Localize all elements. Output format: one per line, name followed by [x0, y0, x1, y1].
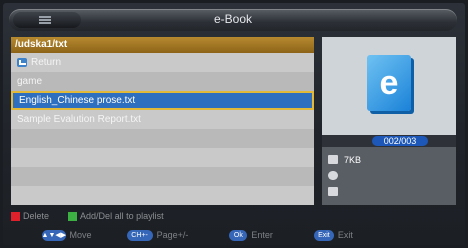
- preview-panel: e: [322, 37, 456, 135]
- list-item-label: Sample Evalution Report.txt: [17, 114, 141, 125]
- channel-key-icon: CH+-: [126, 230, 153, 242]
- title-bar: e-Book: [9, 9, 457, 31]
- list-item-label: English_Chinese prose.txt: [19, 95, 136, 106]
- list-item-return[interactable]: Return: [11, 53, 314, 72]
- color-key-legend: Delete Add/Del all to playlist: [11, 209, 457, 223]
- counter-bar: 002/003: [322, 135, 456, 147]
- breadcrumb-path: /udska1/txt: [11, 37, 314, 53]
- ebook-icon-letter: e: [379, 64, 399, 102]
- list-item-empty: [11, 129, 314, 148]
- list-item-empty: [11, 148, 314, 167]
- list-item-selected-file[interactable]: English_Chinese prose.txt: [11, 91, 314, 110]
- list-item-label: Return: [31, 57, 62, 68]
- page-title: e-Book: [213, 12, 253, 26]
- control-legend: ▲▼◀▶ Move CH+- Page+/- Ok Enter Exit Exit: [11, 227, 457, 243]
- disc-icon: [328, 171, 338, 180]
- delete-label: Delete: [23, 211, 50, 221]
- file-size: 7KB: [344, 155, 362, 165]
- file-counter: 002/003: [372, 136, 428, 146]
- ebook-screen: e-Book /udska1/txt Return game English_C…: [3, 3, 465, 245]
- ebook-icon: e: [367, 55, 411, 111]
- list-item-file[interactable]: Sample Evalution Report.txt: [11, 110, 314, 129]
- list-item-empty: [11, 167, 314, 186]
- list-item-empty: [11, 186, 314, 205]
- document-icon: [328, 187, 338, 196]
- info-panel: 7KB: [322, 147, 456, 205]
- add-del-label: Add/Del all to playlist: [80, 211, 164, 221]
- enter-label: Enter: [251, 230, 273, 240]
- return-icon: [17, 57, 27, 67]
- ok-key-icon: Ok: [229, 230, 248, 242]
- exit-label: Exit: [337, 230, 353, 240]
- page-label: Page+/-: [156, 230, 189, 240]
- list-item-label: game: [17, 76, 43, 87]
- red-key-icon: [11, 212, 20, 222]
- file-list: Return game English_Chinese prose.txt Sa…: [11, 53, 314, 205]
- list-item-folder[interactable]: game: [11, 72, 314, 91]
- file-size-icon: [328, 155, 338, 164]
- arrow-keys-icon: ▲▼◀▶: [41, 230, 67, 242]
- green-key-icon: [68, 212, 78, 222]
- exit-key-icon: Exit: [313, 230, 334, 242]
- move-label: Move: [69, 230, 92, 240]
